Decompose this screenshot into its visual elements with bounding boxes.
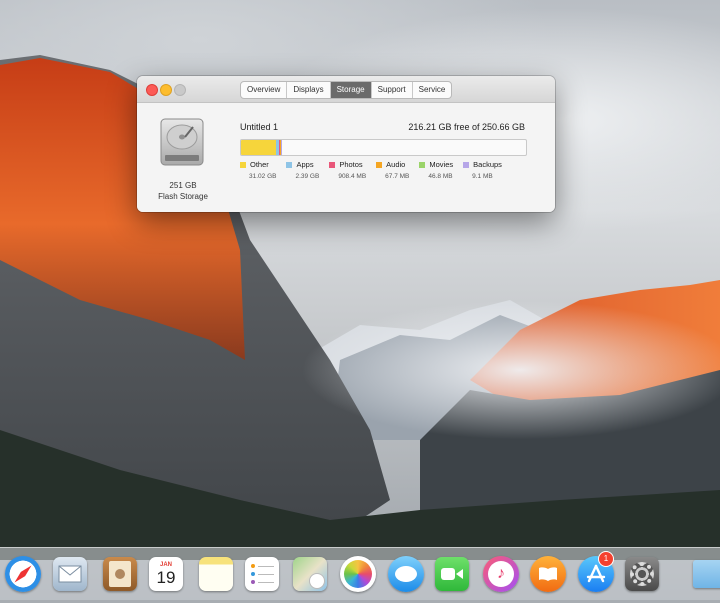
dock-item-mail[interactable] [50,554,90,594]
dock-item-facetime[interactable] [432,554,472,594]
legend-swatch [329,162,335,168]
legend-size: 67.7 MB [376,173,409,180]
dock-item-itunes[interactable]: ♪ [481,554,521,594]
about-this-mac-window: Overview Displays Storage Support Servic… [137,76,555,212]
contacts-icon [103,557,137,591]
notification-badge: 1 [598,551,614,567]
legend-swatch [376,162,382,168]
tab-service[interactable]: Service [413,82,452,98]
legend-item-photos: Photos 908.4 MB [329,160,366,180]
disk-type-label: Flash Storage [143,192,223,201]
calendar-day: 19 [149,568,183,588]
tab-bar: Overview Displays Storage Support Servic… [240,81,452,99]
legend-item-other: Other 31.02 GB [240,160,276,180]
legend-item-backups: Backups 9.1 MB [463,160,502,180]
messages-icon [388,556,424,592]
legend-size: 908.4 MB [329,173,366,180]
photos-icon [340,556,376,592]
hard-drive-icon [159,117,205,169]
tab-overview[interactable]: Overview [241,82,287,98]
legend-item-apps: Apps 2.39 GB [286,160,319,180]
system-preferences-icon [625,557,659,591]
dock-icons: JAN19 ♪ 1 [0,554,720,598]
tab-displays[interactable]: Displays [287,82,330,98]
dock-item-calendar[interactable]: JAN19 [146,554,186,594]
legend-item-audio: Audio 67.7 MB [376,160,409,180]
legend-item-movies: Movies 46.8 MB [419,160,453,180]
legend-swatch [286,162,292,168]
dock-item-notes[interactable] [196,554,236,594]
legend-size: 46.8 MB [419,173,453,180]
dock-item-reminders[interactable] [242,554,282,594]
facetime-icon [435,557,469,591]
legend-swatch [463,162,469,168]
itunes-icon: ♪ [483,556,519,592]
legend-label: Audio [386,160,405,169]
legend-swatch [240,162,246,168]
legend-label: Backups [473,160,502,169]
dock-item-folder[interactable] [690,554,720,594]
dock-item-maps[interactable] [290,554,330,594]
close-window-button[interactable] [146,84,158,96]
storage-legend: Other 31.02 GB Apps 2.39 GB Photos 908.4 MB Au… [240,160,512,180]
dock-item-contacts[interactable] [100,554,140,594]
volume-free-space: 216.21 GB free of 250.66 GB [408,122,525,132]
dock-item-photos[interactable] [338,554,378,594]
minimize-window-button[interactable] [160,84,172,96]
reminders-icon [245,557,279,591]
dock-item-system-preferences[interactable] [622,554,662,594]
mail-icon [53,557,87,591]
storage-panel: 251 GB Flash Storage Untitled 1 216.21 G… [137,103,555,212]
legend-size: 31.02 GB [240,173,276,180]
storage-usage-bar[interactable] [240,139,527,156]
legend-label: Apps [296,160,313,169]
ibooks-icon [530,556,566,592]
wallpaper-mist [300,300,720,440]
zoom-window-button[interactable] [174,84,186,96]
dock-item-ibooks[interactable] [528,554,568,594]
tab-support[interactable]: Support [372,82,413,98]
calendar-icon: JAN19 [149,557,183,591]
legend-size: 9.1 MB [463,173,502,180]
dock-item-app-store[interactable]: 1 [576,554,616,594]
maps-icon [293,557,327,591]
tab-storage[interactable]: Storage [331,82,372,98]
folder-icon [693,560,720,588]
legend-size: 2.39 GB [286,173,319,180]
legend-label: Photos [339,160,362,169]
disk-capacity-label: 251 GB [143,181,223,190]
dock-item-messages[interactable] [386,554,426,594]
legend-label: Movies [429,160,453,169]
usage-segment-other[interactable] [241,140,276,155]
legend-swatch [419,162,425,168]
safari-icon [5,556,41,592]
volume-name: Untitled 1 [240,122,278,132]
window-titlebar[interactable]: Overview Displays Storage Support Servic… [137,76,555,103]
notes-icon [199,557,233,591]
legend-label: Other [250,160,269,169]
dock-item-safari[interactable] [3,554,43,594]
